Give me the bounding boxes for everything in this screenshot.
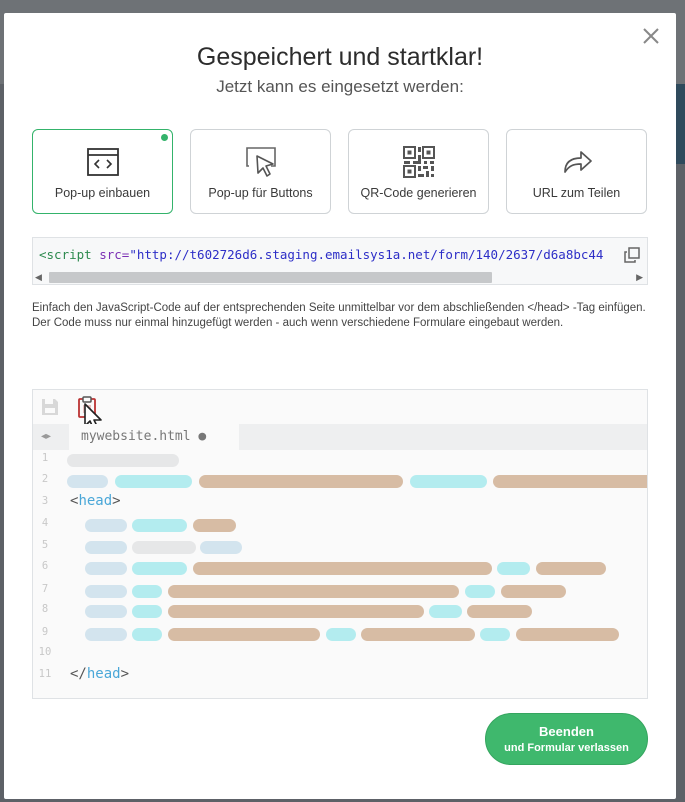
horizontal-scrollbar[interactable]: ◀ ▶ xyxy=(33,270,647,284)
code-placeholder xyxy=(132,562,187,575)
embed-code-box[interactable]: <script src="http://t602726d6.staging.em… xyxy=(32,237,648,285)
code-attr: src= xyxy=(91,247,130,262)
scroll-right-arrow-icon[interactable]: ▶ xyxy=(636,272,643,283)
head-open-tag: <head> xyxy=(70,493,121,509)
finish-button[interactable]: Beenden und Formular verlassen xyxy=(485,713,648,765)
option-label: Pop-up für Buttons xyxy=(208,186,313,200)
code-placeholder xyxy=(115,475,192,488)
copy-icon xyxy=(624,247,640,263)
code-placeholder xyxy=(132,519,187,532)
code-url: "http://t602726d6.staging.emailsys1a.net… xyxy=(129,247,604,262)
code-placeholder xyxy=(193,519,236,532)
code-placeholder xyxy=(493,475,647,488)
option-label: URL zum Teilen xyxy=(532,186,621,200)
option-label: Pop-up einbauen xyxy=(54,186,151,200)
line-number: 2 xyxy=(41,473,49,485)
code-placeholder xyxy=(193,562,492,575)
code-placeholder xyxy=(467,605,532,618)
option-qr-code[interactable]: QR-Code generieren xyxy=(348,129,489,214)
finish-button-label: Beenden xyxy=(539,724,594,739)
code-tag: <script xyxy=(39,247,92,262)
success-dialog: Gespeichert und startklar! Jetzt kann es… xyxy=(4,13,676,799)
cursor-click-icon xyxy=(245,147,276,177)
line-number: 9 xyxy=(41,626,49,638)
editor-illustration: ◂▸ mywebsite.html ● 1 2 3 <head> 4 5 6 7… xyxy=(32,389,648,699)
code-placeholder xyxy=(67,475,108,488)
code-placeholder xyxy=(132,541,196,554)
head-close-tag: </head> xyxy=(70,666,130,682)
option-share-url[interactable]: URL zum Teilen xyxy=(506,129,647,214)
code-placeholder xyxy=(85,605,127,618)
code-placeholder xyxy=(501,585,566,598)
code-placeholder xyxy=(132,628,162,641)
browser-code-icon xyxy=(86,148,119,176)
finish-button-sublabel: und Formular verlassen xyxy=(504,742,629,754)
line-number: 1 xyxy=(41,452,49,464)
editor-tab-bar: ◂▸ mywebsite.html ● xyxy=(33,424,647,450)
code-placeholder xyxy=(429,605,462,618)
code-placeholder xyxy=(168,585,459,598)
code-placeholder xyxy=(67,454,179,467)
line-number: 3 xyxy=(41,495,49,507)
editor-tab: mywebsite.html ● xyxy=(69,424,239,450)
option-popup-embed[interactable]: Pop-up einbauen xyxy=(32,129,173,214)
code-placeholder xyxy=(361,628,475,641)
code-placeholder xyxy=(168,628,320,641)
line-number: 7 xyxy=(41,583,49,595)
code-placeholder xyxy=(85,562,127,575)
option-popup-buttons[interactable]: Pop-up für Buttons xyxy=(190,129,331,214)
scrollbar-thumb[interactable] xyxy=(49,272,492,283)
embed-code-text[interactable]: <script src="http://t602726d6.staging.em… xyxy=(39,247,619,262)
code-placeholder xyxy=(410,475,487,488)
code-placeholder xyxy=(465,585,495,598)
code-placeholder xyxy=(536,562,606,575)
save-icon xyxy=(42,399,58,415)
code-placeholder xyxy=(85,519,127,532)
line-number: 10 xyxy=(38,646,52,658)
qr-code-icon xyxy=(402,146,435,178)
help-text: Einfach den JavaScript-Code auf der ents… xyxy=(32,302,646,329)
code-placeholder xyxy=(326,628,356,641)
line-number: 8 xyxy=(41,603,49,615)
code-placeholder xyxy=(200,541,242,554)
code-placeholder xyxy=(497,562,530,575)
scroll-left-arrow-icon[interactable]: ◀ xyxy=(35,272,42,283)
editor-toolbar xyxy=(33,390,647,431)
dialog-title: Gespeichert und startklar! xyxy=(196,43,484,71)
code-placeholder xyxy=(85,585,127,598)
tab-nav-arrows-icon: ◂▸ xyxy=(41,431,52,442)
line-number: 11 xyxy=(38,668,52,680)
code-placeholder xyxy=(199,475,403,488)
share-arrow-icon xyxy=(563,151,592,173)
code-placeholder xyxy=(132,585,162,598)
code-placeholder xyxy=(85,541,127,554)
copy-button[interactable] xyxy=(623,246,641,264)
code-placeholder xyxy=(516,628,619,641)
code-placeholder xyxy=(132,605,162,618)
dialog-subtitle: Jetzt kann es eingesetzt werden: xyxy=(216,77,464,96)
code-placeholder xyxy=(168,605,424,618)
code-placeholder xyxy=(85,628,127,641)
code-placeholder xyxy=(480,628,510,641)
line-number: 5 xyxy=(41,539,49,551)
option-label: QR-Code generieren xyxy=(360,186,477,200)
line-number: 4 xyxy=(41,517,49,529)
active-indicator xyxy=(161,134,168,141)
embed-options: Pop-up einbauen Pop-up für Buttons QR-Co… xyxy=(32,129,648,217)
line-number: 6 xyxy=(41,560,49,572)
